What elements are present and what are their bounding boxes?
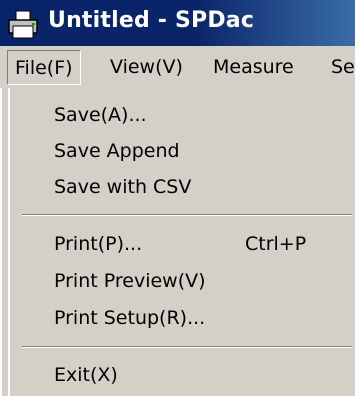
window-title: Untitled - SPDac [48, 8, 255, 33]
menu-item-save-csv[interactable]: Save with CSV [54, 172, 191, 202]
title-bar[interactable]: Untitled - SPDac [0, 0, 355, 46]
menu-separator [22, 346, 352, 348]
menu-measure[interactable]: Measure [206, 50, 301, 85]
print-shortcut: Ctrl+P [245, 233, 307, 255]
menu-item-save[interactable]: Save(A)... [54, 100, 147, 130]
file-dropdown-menu: Save(A)... Save Append Save with CSV Pri… [0, 88, 355, 396]
menu-item-exit[interactable]: Exit(X) [54, 360, 118, 390]
menu-item-print-preview[interactable]: Print Preview(V) [54, 266, 206, 296]
menu-settings[interactable]: Se [324, 50, 355, 85]
menu-bar: File(F) View(V) Measure Se [0, 46, 355, 90]
menu-item-print[interactable]: Print(P)... [54, 229, 142, 259]
menu-separator [22, 214, 352, 216]
menu-item-print-setup[interactable]: Print Setup(R)... [54, 303, 205, 333]
printer-icon [8, 10, 38, 39]
menu-file[interactable]: File(F) [7, 50, 81, 85]
menu-border [8, 88, 10, 396]
menu-view[interactable]: View(V) [103, 50, 190, 85]
menu-item-save-append[interactable]: Save Append [54, 136, 180, 166]
